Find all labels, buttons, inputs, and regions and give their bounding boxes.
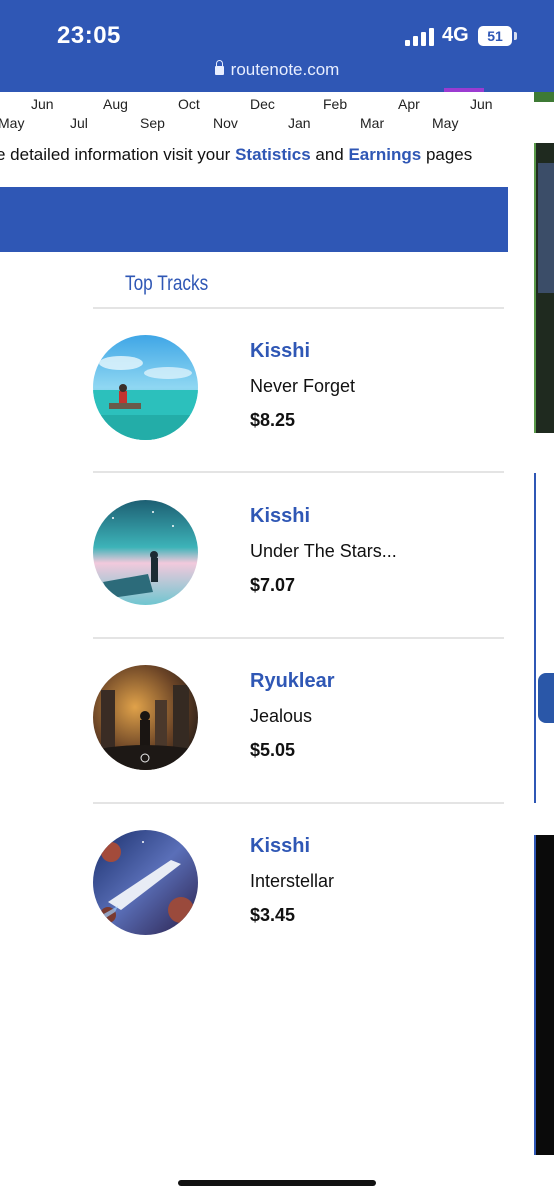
info-prefix: e detailed information visit your xyxy=(0,145,236,164)
divider xyxy=(93,471,504,473)
track-artist[interactable]: Kisshi xyxy=(250,505,310,528)
url-text: routenote.com xyxy=(230,60,340,79)
axis-tick-label: Jan xyxy=(288,115,311,131)
track-item[interactable]: Kisshi Never Forget $8.25 xyxy=(93,335,504,455)
track-artist[interactable]: Kisshi xyxy=(250,340,310,363)
track-title: Jealous xyxy=(250,706,313,726)
track-artwork xyxy=(93,335,198,440)
track-artwork xyxy=(93,665,198,770)
axis-tick-label: Jun xyxy=(470,96,493,112)
browser-top-bar: 23:05 4G 51 routenote.com xyxy=(0,0,554,92)
stats-info-text: e detailed information visit your Statis… xyxy=(0,145,472,165)
status-time: 23:05 xyxy=(57,22,121,49)
info-middle: and xyxy=(310,145,349,164)
chart-month-axis: Jun Aug Oct Dec Feb Apr Jun May Jul Sep … xyxy=(0,96,554,136)
axis-tick-label: Sep xyxy=(140,115,165,131)
side-panel-card-2[interactable] xyxy=(534,473,554,803)
track-earnings: $8.25 xyxy=(250,410,296,430)
track-item[interactable]: Ryuklear Jealous $5.05 xyxy=(93,665,504,785)
side-image xyxy=(538,163,554,293)
axis-tick-label: Aug xyxy=(103,96,128,112)
axis-tick-label: Apr xyxy=(398,96,420,112)
earnings-link[interactable]: Earnings xyxy=(348,145,421,164)
track-earnings: $3.45 xyxy=(250,905,296,925)
section-banner xyxy=(0,187,508,252)
track-item[interactable]: Kisshi Under The Stars... $7.07 xyxy=(93,500,504,620)
axis-tick-label: Dec xyxy=(250,96,275,112)
axis-tick-label: Nov xyxy=(213,115,238,131)
home-indicator[interactable] xyxy=(178,1180,376,1186)
axis-tick-label: May xyxy=(0,115,25,131)
battery-level: 51 xyxy=(487,28,503,44)
divider xyxy=(93,307,504,309)
side-image xyxy=(538,673,554,723)
track-artwork xyxy=(93,830,198,935)
lock-icon xyxy=(214,60,224,75)
track-earnings: $7.07 xyxy=(250,575,296,595)
page-accent-line xyxy=(444,88,484,92)
axis-tick-label: Feb xyxy=(323,96,348,112)
battery-icon: 51 xyxy=(478,26,512,46)
axis-tick-label: May xyxy=(432,115,459,131)
statistics-link[interactable]: Statistics xyxy=(235,145,311,164)
cellular-signal-icon xyxy=(405,28,435,46)
track-artist[interactable]: Kisshi xyxy=(250,835,310,858)
axis-tick-label: Jul xyxy=(70,115,88,131)
axis-tick-label: Mar xyxy=(360,115,385,131)
axis-tick-label: Jun xyxy=(31,96,54,112)
side-panel-card-3[interactable] xyxy=(534,835,554,1155)
side-panel-card-1[interactable] xyxy=(534,143,554,433)
axis-tick-label: Oct xyxy=(178,96,200,112)
top-tracks-heading: Top Tracks xyxy=(125,272,209,295)
divider xyxy=(93,802,504,804)
track-earnings: $5.05 xyxy=(250,740,296,760)
address-bar[interactable]: routenote.com xyxy=(0,60,554,80)
track-artist[interactable]: Ryuklear xyxy=(250,670,335,693)
info-suffix: pages xyxy=(421,145,473,164)
track-title: Under The Stars... xyxy=(250,541,397,561)
track-title: Never Forget xyxy=(250,376,356,396)
track-item[interactable]: Kisshi Interstellar $3.45 xyxy=(93,830,504,950)
network-type: 4G xyxy=(442,24,469,46)
battery-nub xyxy=(514,32,517,40)
track-title: Interstellar xyxy=(250,871,335,891)
track-artwork xyxy=(93,500,198,605)
divider xyxy=(93,637,504,639)
